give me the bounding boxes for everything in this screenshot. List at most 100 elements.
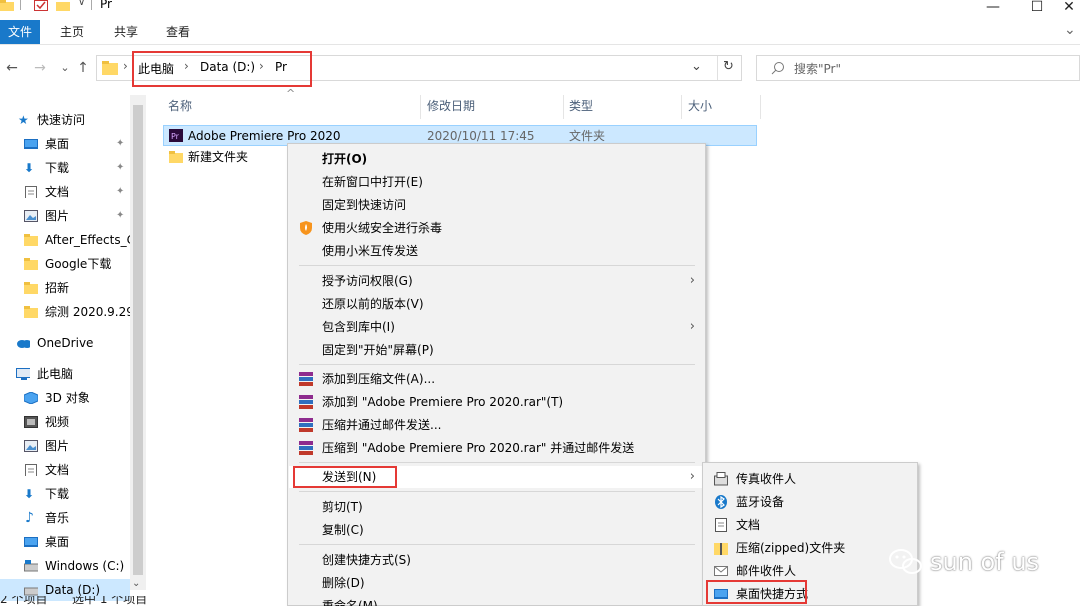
file-name: 新建文件夹 bbox=[188, 150, 249, 164]
videos-icon bbox=[24, 416, 38, 428]
nav-item-downloads-pc[interactable]: ⬇ 下载 bbox=[0, 483, 130, 505]
computer-icon bbox=[16, 368, 30, 380]
folder-icon bbox=[169, 151, 183, 163]
nav-label: 综测 2020.9.29 bbox=[45, 305, 130, 319]
tab-share[interactable]: 共享 bbox=[106, 20, 146, 44]
column-header-size[interactable]: 大小 bbox=[688, 95, 712, 119]
menu-separator bbox=[299, 265, 695, 266]
send-to-zip[interactable]: 压缩(zipped)文件夹 bbox=[704, 537, 918, 559]
watermark: sun of us bbox=[888, 544, 1039, 580]
menu-item-create-shortcut[interactable]: 创建快捷方式(S) bbox=[289, 549, 705, 571]
search-input[interactable]: 搜索"Pr" bbox=[756, 55, 1080, 81]
pin-icon[interactable]: ✦ bbox=[116, 205, 124, 227]
recent-locations-button[interactable]: ⌄ bbox=[56, 59, 74, 77]
nav-item-recruit[interactable]: 招新 bbox=[0, 277, 130, 299]
menu-item-include-library[interactable]: 包含到库中(I) › bbox=[289, 316, 705, 338]
refresh-icon[interactable]: ↻ bbox=[723, 59, 734, 74]
huorong-shield-icon bbox=[300, 221, 312, 235]
menu-separator bbox=[299, 491, 695, 492]
nav-item-assessment[interactable]: 综测 2020.9.29 bbox=[0, 301, 130, 323]
qat-customize-icon[interactable]: ⊽ bbox=[78, 0, 85, 8]
nav-item-after-effects[interactable]: After_Effects_C( bbox=[0, 229, 130, 251]
nav-item-windows-c[interactable]: Windows (C:) bbox=[0, 555, 130, 577]
menu-item-pin-start[interactable]: 固定到"开始"屏幕(P) bbox=[289, 339, 705, 361]
winrar-icon bbox=[299, 418, 313, 432]
close-button[interactable]: ✕ bbox=[1058, 0, 1080, 15]
menu-item-rename[interactable]: 重命名(M) bbox=[289, 595, 705, 606]
menu-item-open[interactable]: 打开(O) bbox=[289, 148, 705, 170]
nav-item-music[interactable]: ♪ 音乐 bbox=[0, 507, 130, 529]
window-title: Pr bbox=[100, 0, 112, 11]
expand-ribbon-icon[interactable]: ⌄ bbox=[1064, 22, 1076, 38]
menu-separator bbox=[299, 544, 695, 545]
menu-item-huorong-scan[interactable]: 使用火绒安全进行杀毒 bbox=[289, 217, 705, 239]
pin-icon[interactable]: ✦ bbox=[116, 181, 124, 203]
nav-item-videos[interactable]: 视频 bbox=[0, 411, 130, 433]
winrar-icon bbox=[299, 372, 313, 386]
winrar-icon bbox=[299, 395, 313, 409]
send-to-documents[interactable]: 文档 bbox=[704, 514, 918, 536]
menu-item-add-to-archive[interactable]: 添加到压缩文件(A)... bbox=[289, 368, 705, 390]
send-to-mail[interactable]: 邮件收件人 bbox=[704, 560, 918, 582]
column-separator[interactable] bbox=[563, 95, 564, 119]
forward-button[interactable]: → bbox=[31, 59, 49, 77]
new-folder-icon[interactable] bbox=[56, 0, 70, 11]
nav-item-documents[interactable]: 文档 ✦ bbox=[0, 181, 130, 203]
menu-item-copy[interactable]: 复制(C) bbox=[289, 519, 705, 541]
nav-scrollbar-thumb[interactable] bbox=[133, 105, 143, 575]
column-header-type[interactable]: 类型 bbox=[569, 95, 593, 119]
maximize-button[interactable]: ☐ bbox=[1014, 0, 1060, 15]
menu-item-pin-quick-access[interactable]: 固定到快速访问 bbox=[289, 194, 705, 216]
menu-item-add-to-rar[interactable]: 添加到 "Adobe Premiere Pro 2020.rar"(T) bbox=[289, 391, 705, 413]
menu-item-cut[interactable]: 剪切(T) bbox=[289, 496, 705, 518]
pin-icon[interactable]: ✦ bbox=[116, 133, 124, 155]
menu-item-compress-rar-email[interactable]: 压缩到 "Adobe Premiere Pro 2020.rar" 并通过邮件发… bbox=[289, 437, 705, 459]
nav-item-pictures-pc[interactable]: 图片 bbox=[0, 435, 130, 457]
nav-label: 招新 bbox=[45, 281, 70, 295]
nav-label: 下载 bbox=[45, 161, 70, 175]
ribbon-tabs: 文件 主页 共享 查看 ⌄ bbox=[0, 20, 1080, 45]
premiere-pro-icon: Pr bbox=[169, 129, 183, 142]
menu-item-open-new-window[interactable]: 在新窗口中打开(E) bbox=[289, 171, 705, 193]
menu-item-restore-versions[interactable]: 还原以前的版本(V) bbox=[289, 293, 705, 315]
menu-item-mi-share[interactable]: 使用小米互传发送 bbox=[289, 240, 705, 262]
tab-file[interactable]: 文件 bbox=[0, 20, 40, 44]
column-separator[interactable] bbox=[760, 95, 761, 119]
nav-onedrive[interactable]: OneDrive bbox=[0, 332, 130, 354]
send-to-bluetooth[interactable]: 蓝牙设备 bbox=[704, 491, 918, 513]
nav-item-documents-pc[interactable]: 文档 bbox=[0, 459, 130, 481]
pin-icon[interactable]: ✦ bbox=[116, 157, 124, 179]
menu-label: 使用小米互传发送 bbox=[322, 244, 419, 258]
column-separator[interactable] bbox=[681, 95, 682, 119]
column-separator[interactable] bbox=[420, 95, 421, 119]
send-to-fax[interactable]: 传真收件人 bbox=[704, 468, 918, 490]
download-arrow-icon: ⬇ bbox=[24, 161, 35, 175]
nav-item-google-downloads[interactable]: Google下载 bbox=[0, 253, 130, 275]
nav-label: 图片 bbox=[45, 209, 70, 223]
minimize-button[interactable]: — bbox=[970, 0, 1016, 15]
menu-label: 使用火绒安全进行杀毒 bbox=[322, 221, 443, 235]
menu-item-delete[interactable]: 删除(D) bbox=[289, 572, 705, 594]
address-dropdown-icon[interactable]: ⌄ bbox=[691, 59, 702, 74]
download-arrow-icon: ⬇ bbox=[24, 487, 35, 501]
back-button[interactable]: ← bbox=[3, 59, 21, 77]
nav-item-downloads[interactable]: ⬇ 下载 ✦ bbox=[0, 157, 130, 179]
up-button[interactable]: ↑ bbox=[74, 59, 92, 77]
nav-this-pc[interactable]: 此电脑 bbox=[0, 363, 130, 385]
star-icon: ★ bbox=[18, 113, 29, 127]
column-header-date[interactable]: 修改日期 bbox=[427, 95, 475, 119]
nav-quick-access[interactable]: ★ 快速访问 bbox=[0, 109, 130, 131]
nav-item-desktop-pc[interactable]: 桌面 bbox=[0, 531, 130, 553]
properties-check-icon[interactable] bbox=[34, 0, 48, 11]
svg-text:Pr: Pr bbox=[171, 132, 180, 141]
tab-home[interactable]: 主页 bbox=[52, 20, 92, 44]
menu-item-grant-access[interactable]: 授予访问权限(G) › bbox=[289, 270, 705, 292]
column-header-name[interactable]: 名称 bbox=[168, 95, 192, 119]
nav-item-pictures[interactable]: 图片 ✦ bbox=[0, 205, 130, 227]
nav-item-desktop[interactable]: 桌面 ✦ bbox=[0, 133, 130, 155]
scroll-down-icon[interactable]: ⌄ bbox=[132, 578, 140, 589]
nav-item-3d-objects[interactable]: 3D 对象 bbox=[0, 387, 130, 409]
submenu-arrow-icon: › bbox=[689, 319, 695, 334]
tab-view[interactable]: 查看 bbox=[158, 20, 198, 44]
menu-item-compress-email[interactable]: 压缩并通过邮件发送... bbox=[289, 414, 705, 436]
